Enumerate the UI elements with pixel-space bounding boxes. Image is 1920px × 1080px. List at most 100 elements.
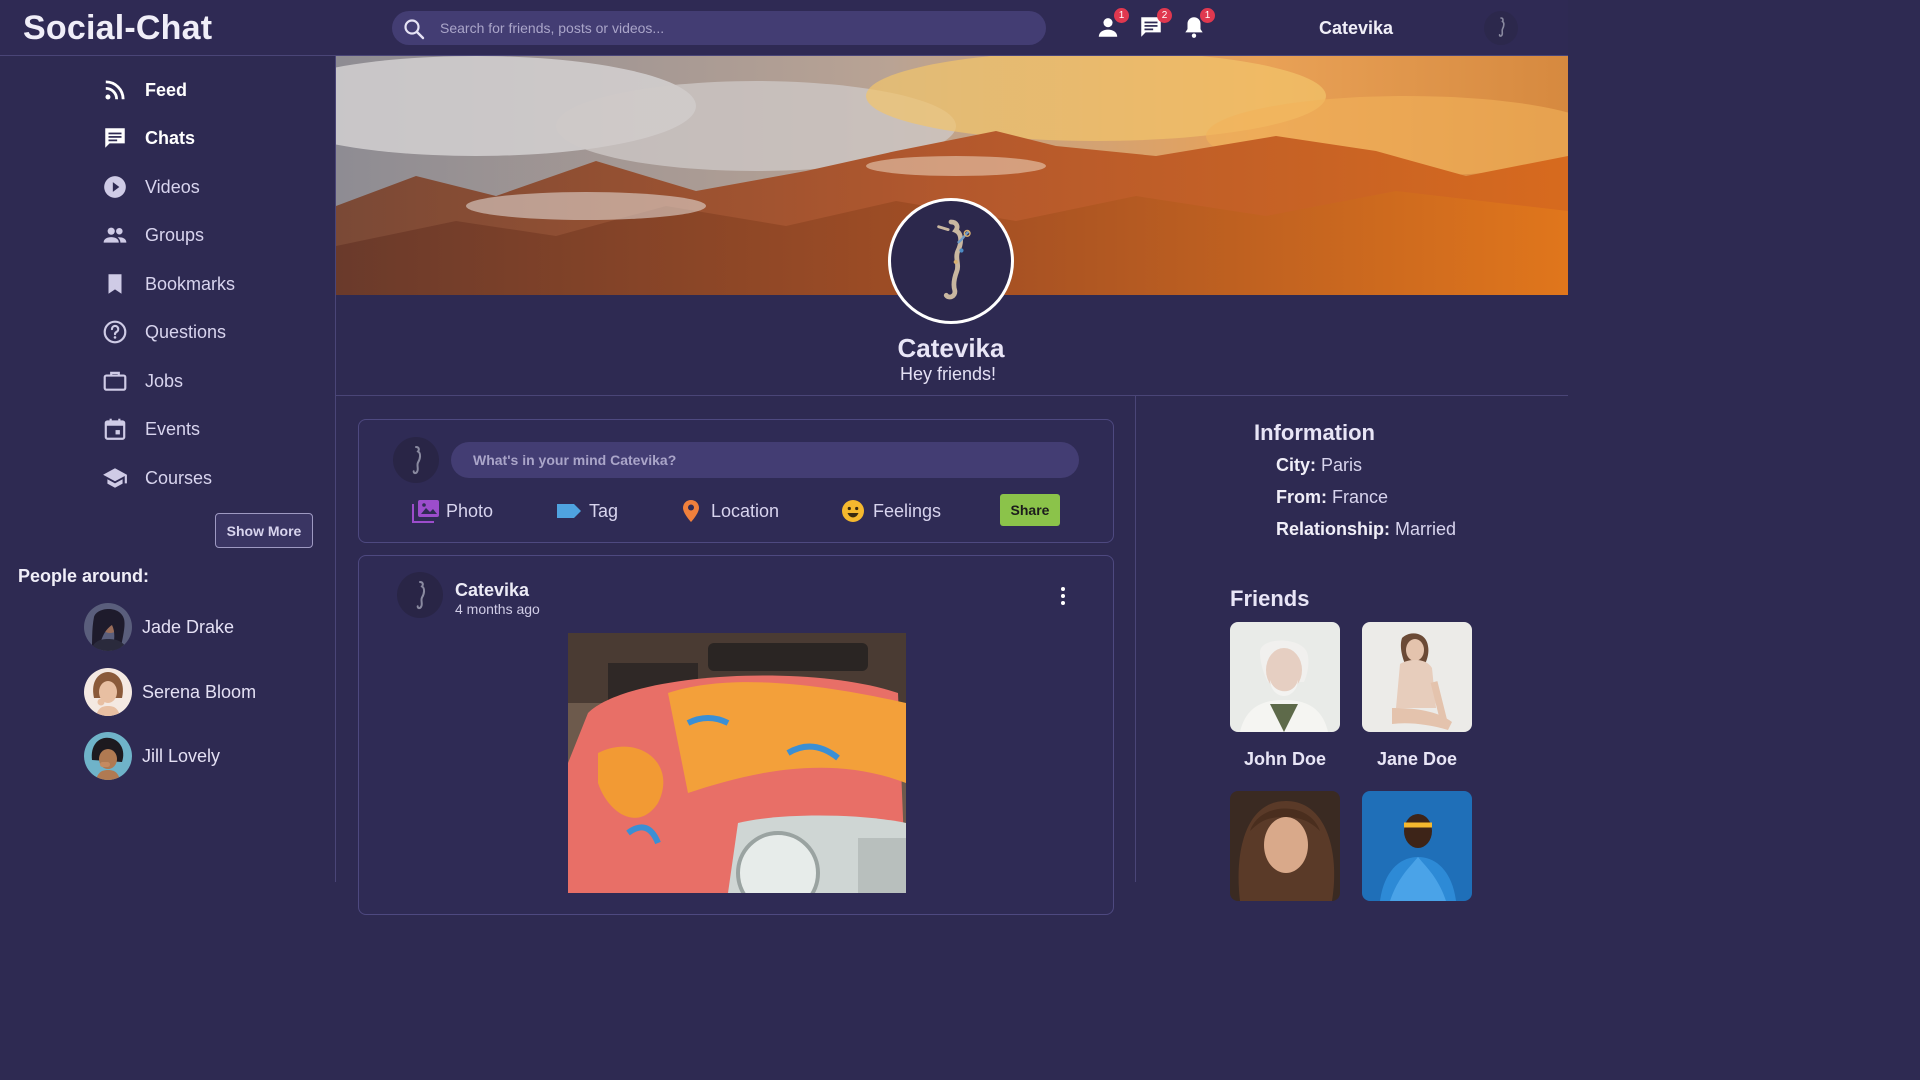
profile-status: Hey friends! [900, 364, 997, 384]
sidebar-item-label: Chats [145, 127, 196, 148]
avatar [84, 668, 132, 716]
friend-requests-button[interactable]: 1 [1095, 8, 1129, 40]
people-around-title: People around: [18, 566, 150, 586]
sidebar-item-label: Events [145, 418, 201, 439]
location-option[interactable]: Location [677, 498, 779, 524]
bookmark-icon [100, 269, 130, 299]
notifications-button[interactable]: 1 [1181, 8, 1215, 40]
messages-button[interactable]: 2 [1138, 8, 1172, 40]
sidebar-item-chats[interactable]: Chats [100, 120, 300, 156]
post-author[interactable]: Catevika [455, 580, 529, 601]
share-button[interactable]: Share [1000, 494, 1060, 526]
app-logo[interactable]: Social-Chat [23, 9, 212, 48]
composer-input[interactable] [451, 442, 1079, 478]
friend-card[interactable]: John Doe [1230, 622, 1340, 770]
chat-icon [100, 123, 130, 153]
friend-photo [1230, 791, 1340, 901]
search-input[interactable] [440, 11, 1030, 45]
avatar[interactable] [397, 572, 443, 618]
person-name: Jade Drake [142, 616, 235, 637]
messages-badge: 2 [1157, 8, 1172, 23]
info-value: France [1332, 487, 1389, 507]
sidebar-item-feed[interactable]: Feed [100, 72, 300, 108]
profile-avatar[interactable] [888, 198, 1014, 324]
school-icon [100, 463, 130, 493]
sidebar-item-courses[interactable]: Courses [100, 460, 300, 496]
person-name: Jill Lovely [142, 745, 221, 766]
notifications-badge: 1 [1200, 8, 1215, 23]
avatar [84, 732, 132, 780]
sidebar-item-groups[interactable]: Groups [100, 217, 300, 253]
person-item[interactable]: Jill Lovely [84, 732, 220, 780]
post-composer: Photo Tag Location Feelings Share [358, 419, 1114, 543]
play-circle-icon [100, 172, 130, 202]
person-item[interactable]: Jade Drake [84, 603, 234, 651]
friend-photo [1362, 622, 1472, 732]
option-label: Tag [589, 500, 619, 521]
post-card: Catevika 4 months ago [358, 555, 1114, 915]
info-key: Relationship: [1276, 519, 1391, 539]
divider [336, 395, 1568, 396]
friends-title: Friends [1230, 586, 1310, 611]
smiley-icon [842, 500, 864, 522]
info-from: From: France [1276, 487, 1388, 508]
avatar [393, 437, 439, 483]
person-item[interactable]: Serena Bloom [84, 668, 256, 716]
friend-requests-badge: 1 [1114, 8, 1129, 23]
briefcase-icon [100, 366, 130, 396]
sidebar-item-label: Videos [145, 176, 200, 197]
friend-name: Jane Doe [1376, 749, 1458, 769]
sidebar-item-label: Questions [145, 321, 227, 342]
search-icon [404, 19, 425, 40]
photo-option[interactable]: Photo [412, 498, 493, 524]
label-icon [557, 504, 581, 518]
sidebar-item-questions[interactable]: Questions [100, 314, 300, 350]
info-value: Paris [1321, 455, 1363, 475]
group-icon [100, 220, 130, 250]
calendar-icon [100, 414, 130, 444]
rss-feed-icon [100, 75, 130, 105]
avatar [84, 603, 132, 651]
friend-name: John Doe [1243, 749, 1326, 769]
sidebar-item-events[interactable]: Events [100, 411, 300, 447]
sidebar-item-videos[interactable]: Videos [100, 169, 300, 205]
friend-photo [1362, 791, 1472, 901]
info-city: City: Paris [1276, 455, 1362, 476]
post-image[interactable] [568, 633, 906, 893]
sidebar-item-label: Bookmarks [145, 273, 236, 294]
top-bar: Social-Chat 1 2 1 Catevika [0, 0, 1568, 56]
sidebar-item-label: Jobs [145, 370, 184, 391]
photo-library-icon [412, 500, 439, 523]
sidebar-item-bookmarks[interactable]: Bookmarks [100, 266, 300, 302]
sidebar-item-label: Courses [145, 467, 213, 488]
information-title: Information [1254, 420, 1375, 445]
friend-photo [1230, 622, 1340, 732]
location-pin-icon [683, 500, 699, 522]
show-more-button[interactable]: Show More [215, 513, 313, 548]
more-vertical-icon[interactable] [1051, 584, 1075, 608]
person-name: Serena Bloom [142, 681, 257, 702]
option-label: Feelings [873, 500, 942, 521]
feelings-option[interactable]: Feelings [839, 498, 941, 524]
divider [1135, 396, 1136, 882]
post-timestamp: 4 months ago [455, 601, 540, 617]
sidebar: Feed Chats Videos Groups Bookmarks Quest… [0, 56, 336, 882]
friend-card[interactable]: Jane Doe [1362, 622, 1472, 770]
friend-card[interactable] [1362, 791, 1472, 918]
option-label: Location [711, 500, 780, 521]
info-key: From: [1276, 487, 1327, 507]
info-value: Married [1395, 519, 1457, 539]
current-user-avatar[interactable] [1484, 11, 1518, 45]
profile-name: Catevika [897, 333, 1005, 363]
search-bar[interactable] [392, 11, 1046, 45]
friend-card[interactable] [1230, 791, 1340, 918]
current-username[interactable]: Catevika [1319, 18, 1393, 39]
tag-option[interactable]: Tag [555, 498, 618, 524]
help-circle-icon [100, 317, 130, 347]
info-key: City: [1276, 455, 1316, 475]
option-label: Photo [446, 500, 494, 521]
sidebar-item-label: Feed [145, 79, 188, 100]
info-relationship: Relationship: Married [1276, 519, 1456, 540]
sidebar-item-jobs[interactable]: Jobs [100, 363, 300, 399]
sidebar-item-label: Groups [145, 224, 205, 245]
